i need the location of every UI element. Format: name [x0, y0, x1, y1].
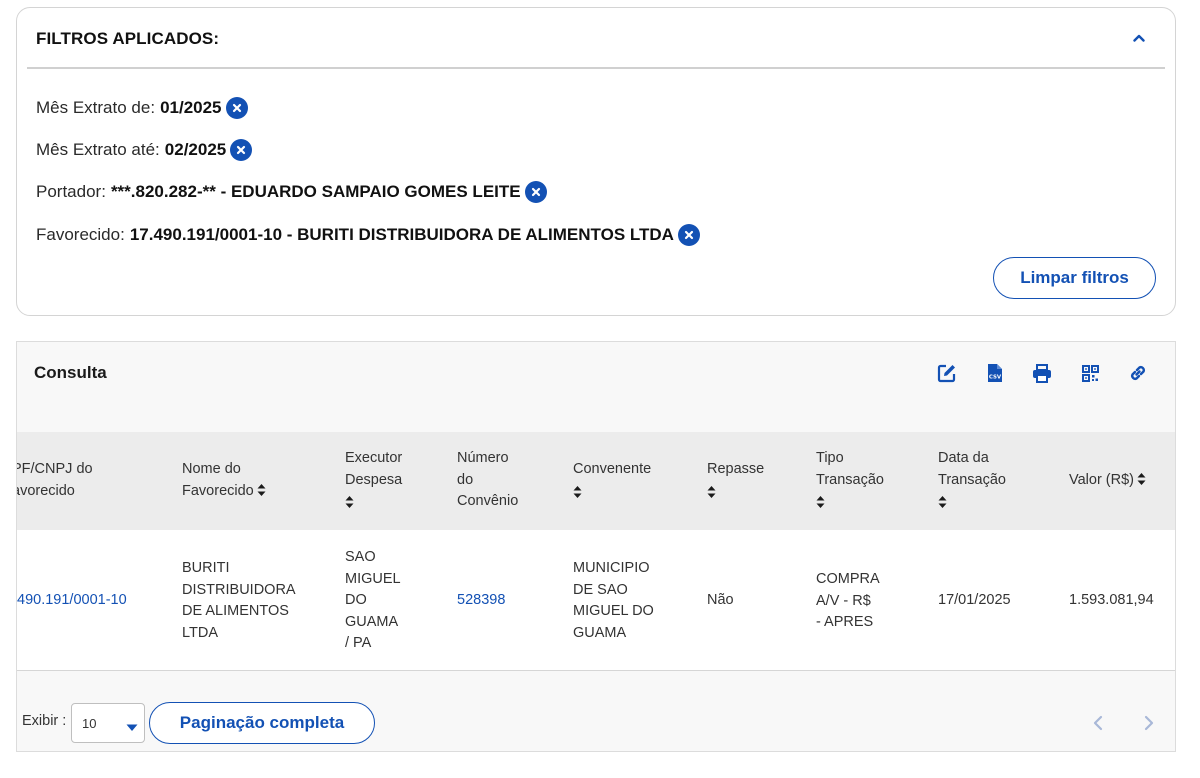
sort-icon [1137, 473, 1146, 485]
nome-favorecido-cell: BURITI DISTRIBUIDORA DE ALIMENTOS LTDA [182, 560, 296, 641]
column-header-repasse[interactable]: Repasse [707, 459, 764, 498]
repasse-cell: Não [707, 592, 734, 608]
sort-icon [573, 485, 582, 498]
tipo-transacao-cell: COMPRA A/V - R$ - APRES [816, 571, 880, 630]
column-header-data-transacao[interactable]: Data da Transação [938, 448, 1006, 508]
sort-icon [345, 496, 354, 508]
column-header-convenente[interactable]: Convenente [573, 459, 651, 498]
table-row: 490.191/0001-10 BURITI DISTRIBUIDORA DE … [17, 530, 1175, 671]
sort-icon [707, 485, 716, 498]
filter-label: Favorecido: [36, 225, 125, 244]
qr-code-icon[interactable] [1079, 362, 1101, 384]
column-header-nome-favorecido[interactable]: Nome do Favorecido [182, 459, 266, 502]
results-title: Consulta [34, 363, 107, 382]
valor-cell: 1.593.081,94 [1069, 592, 1154, 608]
sort-icon [257, 483, 266, 496]
sort-icon [938, 496, 947, 508]
full-pagination-button[interactable]: Paginação completa [149, 702, 375, 744]
filter-value: 02/2025 [164, 140, 227, 159]
filter-value: 17.490.191/0001-10 - BURITI DISTRIBUIDOR… [129, 225, 674, 244]
chevron-left-icon[interactable] [1087, 712, 1109, 734]
filter-value: 01/2025 [160, 98, 222, 117]
column-header-tipo-transacao[interactable]: Tipo Transação [816, 448, 884, 508]
column-header-numero-convenio[interactable]: Número do Convênio [457, 448, 518, 513]
link-icon[interactable] [1127, 362, 1149, 384]
print-icon[interactable] [1031, 362, 1053, 384]
numero-convenio-link[interactable]: 528398 [457, 590, 505, 612]
close-circle-icon[interactable] [230, 139, 253, 161]
edit-icon[interactable] [936, 362, 958, 384]
svg-text:CSV: CSV [989, 375, 1002, 381]
filter-item-portador: Portador: ***.820.282-** - EDUARDO SAMPA… [36, 181, 547, 203]
cpf-cnpj-link[interactable]: 490.191/0001-10 [17, 590, 127, 612]
chevron-up-icon[interactable] [1129, 28, 1149, 48]
column-header-cpf-cnpj[interactable]: PF/CNPJ do avorecido [17, 459, 93, 502]
page-size-select[interactable]: 10 [71, 703, 145, 743]
filter-label: Mês Extrato de: [36, 98, 156, 117]
filters-header: FILTROS APLICADOS: [17, 8, 1175, 68]
close-circle-icon[interactable] [524, 181, 547, 203]
filter-item-mes-de: Mês Extrato de: 01/2025 [36, 97, 248, 119]
filter-label: Portador: [36, 182, 106, 201]
chevron-right-icon[interactable] [1138, 712, 1160, 734]
caret-down-icon [126, 719, 138, 737]
results-panel: Consulta CSV PF/CNPJ do avorecido Nome d… [16, 341, 1176, 752]
table-header: PF/CNPJ do avorecido Nome do Favorecido … [17, 432, 1175, 530]
convenente-cell: MUNICIPIO DE SAO MIGUEL DO GUAMA [573, 560, 654, 641]
close-circle-icon[interactable] [677, 224, 700, 246]
applied-filters-panel: FILTROS APLICADOS: Mês Extrato de: 01/20… [16, 7, 1176, 316]
filter-item-favorecido: Favorecido: 17.490.191/0001-10 - BURITI … [36, 224, 700, 246]
divider [27, 67, 1165, 69]
column-header-executor-despesa[interactable]: Executor Despesa [345, 448, 402, 508]
page-size-label: Exibir : [22, 713, 67, 729]
clear-filters-button[interactable]: Limpar filtros [993, 257, 1156, 299]
filters-title: FILTROS APLICADOS: [36, 29, 220, 48]
filter-label: Mês Extrato até: [36, 140, 160, 159]
filter-item-mes-ate: Mês Extrato até: 02/2025 [36, 139, 253, 161]
data-transacao-cell: 17/01/2025 [938, 592, 1011, 608]
filter-value: ***.820.282-** - EDUARDO SAMPAIO GOMES L… [110, 182, 521, 201]
csv-icon[interactable]: CSV [984, 362, 1006, 384]
close-circle-icon[interactable] [225, 97, 248, 119]
executor-despesa-cell: SAO MIGUEL DO GUAMA / PA [345, 549, 401, 651]
column-header-valor[interactable]: Valor (R$) [1069, 470, 1146, 492]
page-size-value: 10 [82, 716, 97, 731]
sort-icon [816, 496, 825, 508]
